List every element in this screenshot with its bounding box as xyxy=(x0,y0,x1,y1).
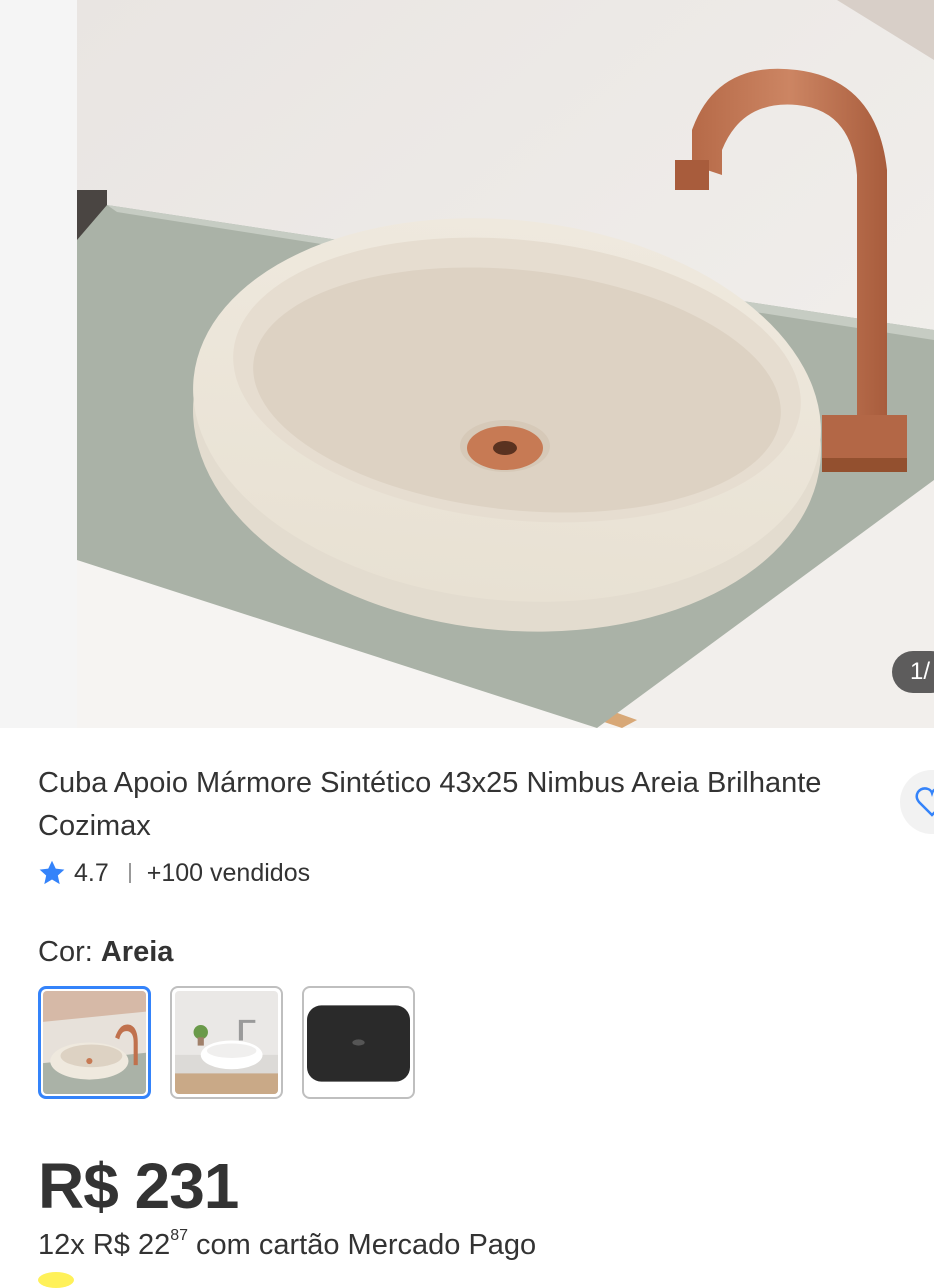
installment-suffix: com cartão Mercado Pago xyxy=(188,1229,537,1261)
installment-amount: 12x R$ 22 xyxy=(38,1229,171,1261)
image-counter-badge: 1/ xyxy=(892,651,934,693)
star-icon xyxy=(39,860,65,885)
color-variant-areia[interactable] xyxy=(38,986,151,1099)
sink-product-photo xyxy=(77,0,934,728)
installments-text: 12x R$ 2287 com cartão Mercado Pago xyxy=(38,1224,536,1266)
selected-color-value: Areia xyxy=(100,936,174,968)
divider xyxy=(128,863,131,883)
color-variant-preto[interactable] xyxy=(302,986,415,1099)
color-variant-branco[interactable] xyxy=(170,986,283,1099)
price-main: R$ 231 xyxy=(38,1150,239,1222)
color-label: Cor: Areia xyxy=(38,936,173,969)
rating-value: 4.7 xyxy=(74,858,109,887)
variant-thumbnail-white xyxy=(175,991,278,1094)
color-variant-list xyxy=(38,986,415,1099)
variant-thumbnail-areia xyxy=(43,991,146,1094)
product-main-image[interactable] xyxy=(77,0,934,728)
mercado-pago-icon xyxy=(38,1272,74,1288)
heart-icon xyxy=(915,787,934,817)
installment-cents: 87 xyxy=(170,1227,188,1244)
sold-count: +100 vendidos xyxy=(146,858,311,887)
product-title: Cuba Apoio Mármore Sintético 43x25 Nimbu… xyxy=(38,767,822,842)
color-label-prefix: Cor: xyxy=(38,936,101,968)
rating-row[interactable]: 4.7 +100 vendidos xyxy=(38,855,310,891)
favorite-button[interactable] xyxy=(900,770,934,834)
product-image-gallery[interactable]: 1/ xyxy=(0,0,934,728)
variant-thumbnail-black xyxy=(307,991,410,1094)
